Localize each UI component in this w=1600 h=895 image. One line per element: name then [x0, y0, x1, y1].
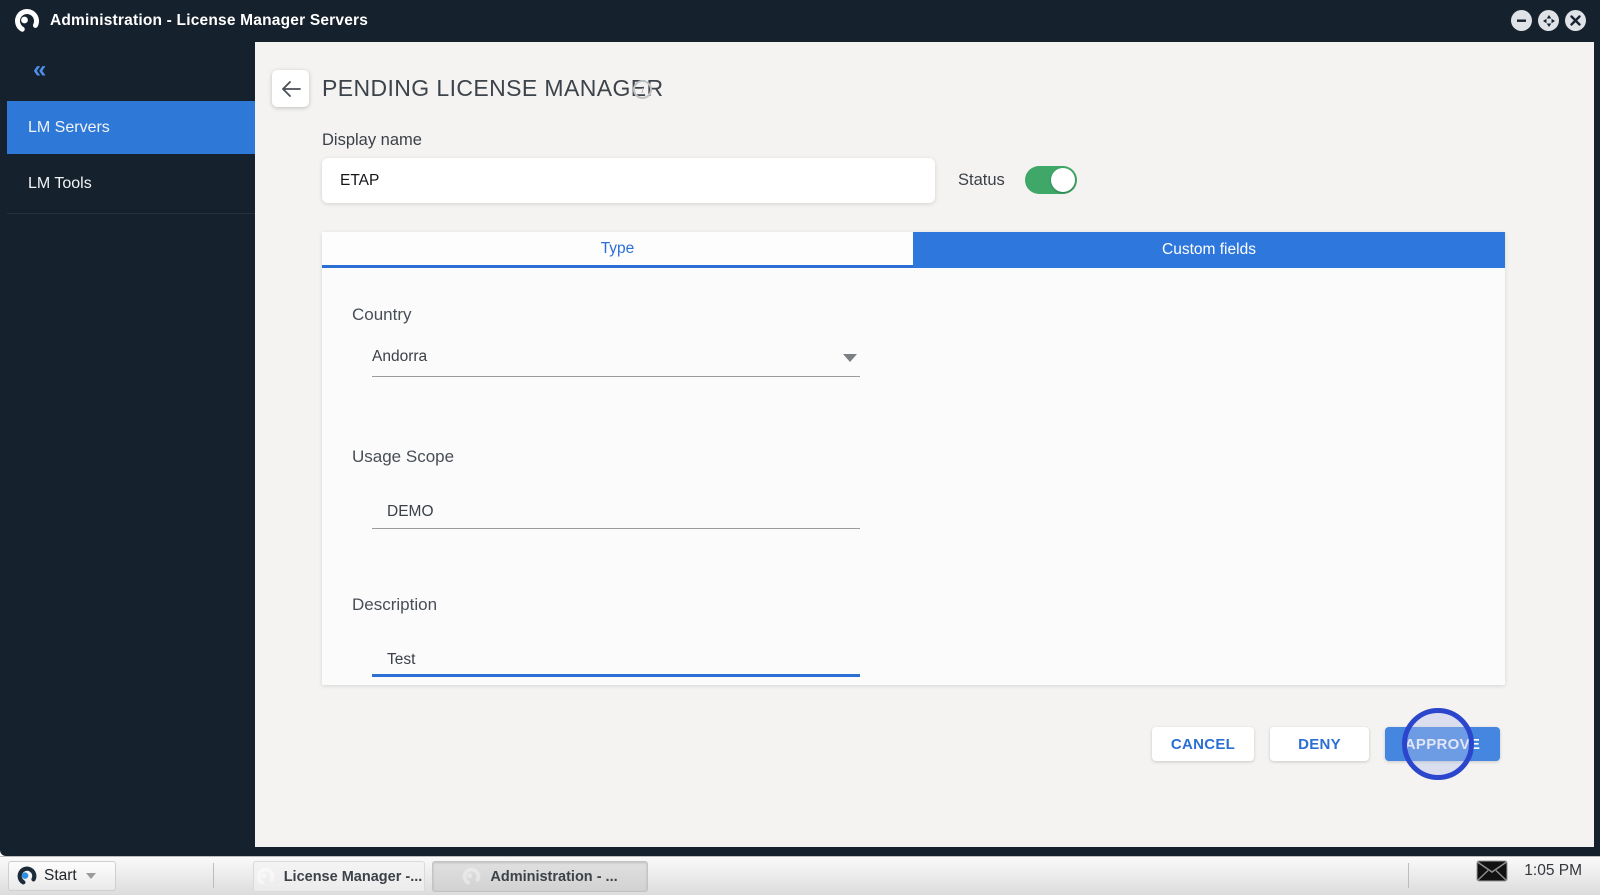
clock[interactable]: 1:05 PM: [1524, 862, 1582, 880]
sidebar-item-label: LM Tools: [28, 175, 92, 193]
task-label: License Manager -...: [284, 869, 423, 885]
start-label: Start: [44, 867, 77, 885]
sidebar-item-lm-servers[interactable]: LM Servers: [7, 101, 255, 154]
taskbar: [0, 856, 1600, 895]
window-bottom-border: [0, 847, 1600, 856]
window-title: Administration - License Manager Servers: [50, 12, 368, 30]
app-logo-icon: [14, 8, 40, 34]
deny-button[interactable]: DENY: [1270, 727, 1369, 761]
page-title: PENDING LICENSE MANAGER: [322, 75, 664, 102]
description-underline-focused: [372, 674, 860, 677]
country-value[interactable]: Andorra: [372, 348, 427, 366]
approve-button[interactable]: APPROVE: [1385, 727, 1500, 761]
tab-type[interactable]: Type: [322, 232, 913, 268]
taskbar-item-license-manager[interactable]: License Manager -...: [253, 861, 425, 892]
toggle-knob: [1051, 168, 1075, 192]
tab-label: Custom fields: [1162, 241, 1256, 259]
maximize-button[interactable]: [1538, 10, 1559, 31]
button-label: DENY: [1298, 736, 1341, 753]
sidebar-collapse-icon[interactable]: «: [33, 58, 255, 82]
task-logo-icon: [256, 867, 275, 886]
task-logo-icon: [462, 867, 481, 886]
display-name-input[interactable]: [322, 158, 935, 203]
start-logo-icon: [17, 866, 37, 886]
start-button[interactable]: Start: [8, 861, 116, 891]
back-button[interactable]: [272, 70, 309, 107]
chevron-down-icon[interactable]: [843, 354, 857, 362]
status-toggle[interactable]: [1025, 166, 1077, 194]
sidebar-item-label: LM Servers: [28, 119, 110, 137]
sidebar: « LM Servers LM Tools: [0, 42, 255, 847]
task-label: Administration - ...: [490, 869, 617, 885]
button-label: APPROVE: [1405, 736, 1480, 753]
usage-scope-value[interactable]: DEMO: [387, 503, 434, 521]
close-button[interactable]: [1565, 10, 1586, 31]
tab-custom-fields[interactable]: Custom fields: [913, 232, 1505, 268]
country-underline: [372, 376, 860, 377]
display-name-label: Display name: [322, 131, 422, 150]
tab-label: Type: [601, 240, 635, 258]
tray-divider: [1408, 863, 1409, 888]
minimize-button[interactable]: [1511, 10, 1532, 31]
window-right-border: [1594, 42, 1600, 856]
start-caret-icon: [86, 873, 96, 879]
taskbar-divider: [213, 863, 214, 888]
status-label: Status: [958, 171, 1005, 190]
button-label: CANCEL: [1171, 736, 1235, 753]
cancel-button[interactable]: CANCEL: [1152, 727, 1254, 761]
taskbar-item-administration[interactable]: Administration - ...: [432, 861, 648, 892]
details-card: Type Custom fields Country Andorra Usage…: [322, 232, 1505, 685]
sidebar-item-lm-tools[interactable]: LM Tools: [7, 154, 255, 214]
usage-scope-underline: [372, 528, 860, 529]
country-label: Country: [352, 305, 412, 325]
description-value[interactable]: Test: [387, 651, 415, 669]
mail-icon[interactable]: [1476, 860, 1508, 882]
info-icon[interactable]: i: [633, 80, 652, 99]
window-titlebar: Administration - License Manager Servers: [0, 0, 1600, 42]
usage-scope-label: Usage Scope: [352, 447, 454, 467]
description-label: Description: [352, 595, 437, 615]
